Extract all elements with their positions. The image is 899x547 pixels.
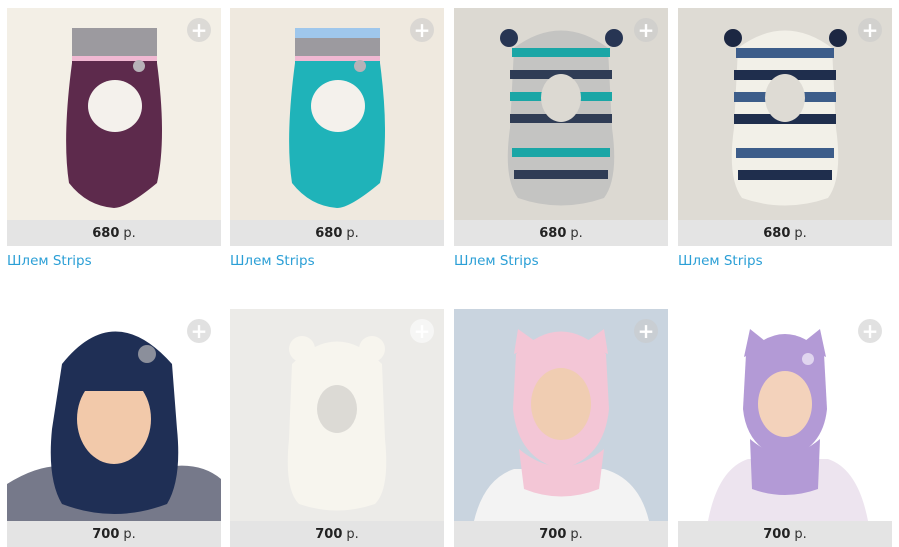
plus-icon: + xyxy=(637,18,655,42)
price-currency: р. xyxy=(794,526,807,542)
price-amount: 680 xyxy=(763,225,791,241)
price-bar: 680 р. xyxy=(678,220,892,246)
product-title-link[interactable]: Шлем Strips xyxy=(230,253,315,269)
product-title-link[interactable]: Шлем Strips xyxy=(678,253,763,269)
price-currency: р. xyxy=(123,225,136,241)
add-to-cart-button[interactable]: + xyxy=(187,18,211,42)
plus-icon: + xyxy=(861,18,879,42)
product-image[interactable]: + xyxy=(678,309,892,521)
add-to-cart-button[interactable]: + xyxy=(858,319,882,343)
product-image[interactable]: + xyxy=(454,8,668,220)
plus-icon: + xyxy=(190,18,208,42)
product-image[interactable]: + xyxy=(678,8,892,220)
add-to-cart-button[interactable]: + xyxy=(634,319,658,343)
price-amount: 680 xyxy=(92,225,120,241)
product-title-link[interactable]: Шлем Strips xyxy=(454,253,539,269)
plus-icon: + xyxy=(413,18,431,42)
price-amount: 680 xyxy=(315,225,343,241)
plus-icon: + xyxy=(190,319,208,343)
product-title-link[interactable]: Шлем Strips xyxy=(7,253,92,269)
product-image[interactable]: + xyxy=(230,309,444,521)
price-amount: 680 xyxy=(539,225,567,241)
price-currency: р. xyxy=(346,225,359,241)
product-image[interactable]: + xyxy=(7,309,221,521)
price-bar: 700 р. xyxy=(454,521,668,547)
product-image[interactable]: + xyxy=(230,8,444,220)
add-to-cart-button[interactable]: + xyxy=(634,18,658,42)
product-image[interactable]: + xyxy=(7,8,221,220)
price-bar: 700 р. xyxy=(7,521,221,547)
plus-icon: + xyxy=(637,319,655,343)
plus-icon: + xyxy=(861,319,879,343)
plus-icon: + xyxy=(413,319,431,343)
price-bar: 680 р. xyxy=(454,220,668,246)
price-currency: р. xyxy=(570,526,583,542)
price-currency: р. xyxy=(346,526,359,542)
add-to-cart-button[interactable]: + xyxy=(858,18,882,42)
price-bar: 700 р. xyxy=(678,521,892,547)
price-amount: 700 xyxy=(763,526,791,542)
add-to-cart-button[interactable]: + xyxy=(410,319,434,343)
add-to-cart-button[interactable]: + xyxy=(187,319,211,343)
price-bar: 700 р. xyxy=(230,521,444,547)
price-currency: р. xyxy=(794,225,807,241)
price-bar: 680 р. xyxy=(230,220,444,246)
price-amount: 700 xyxy=(539,526,567,542)
product-image[interactable]: + xyxy=(454,309,668,521)
price-currency: р. xyxy=(123,526,136,542)
price-currency: р. xyxy=(570,225,583,241)
product-grid: + 680 р. Шлем Strips + 680 р. Шлем Strip… xyxy=(0,0,899,547)
price-amount: 700 xyxy=(92,526,120,542)
add-to-cart-button[interactable]: + xyxy=(410,18,434,42)
price-amount: 700 xyxy=(315,526,343,542)
price-bar: 680 р. xyxy=(7,220,221,246)
